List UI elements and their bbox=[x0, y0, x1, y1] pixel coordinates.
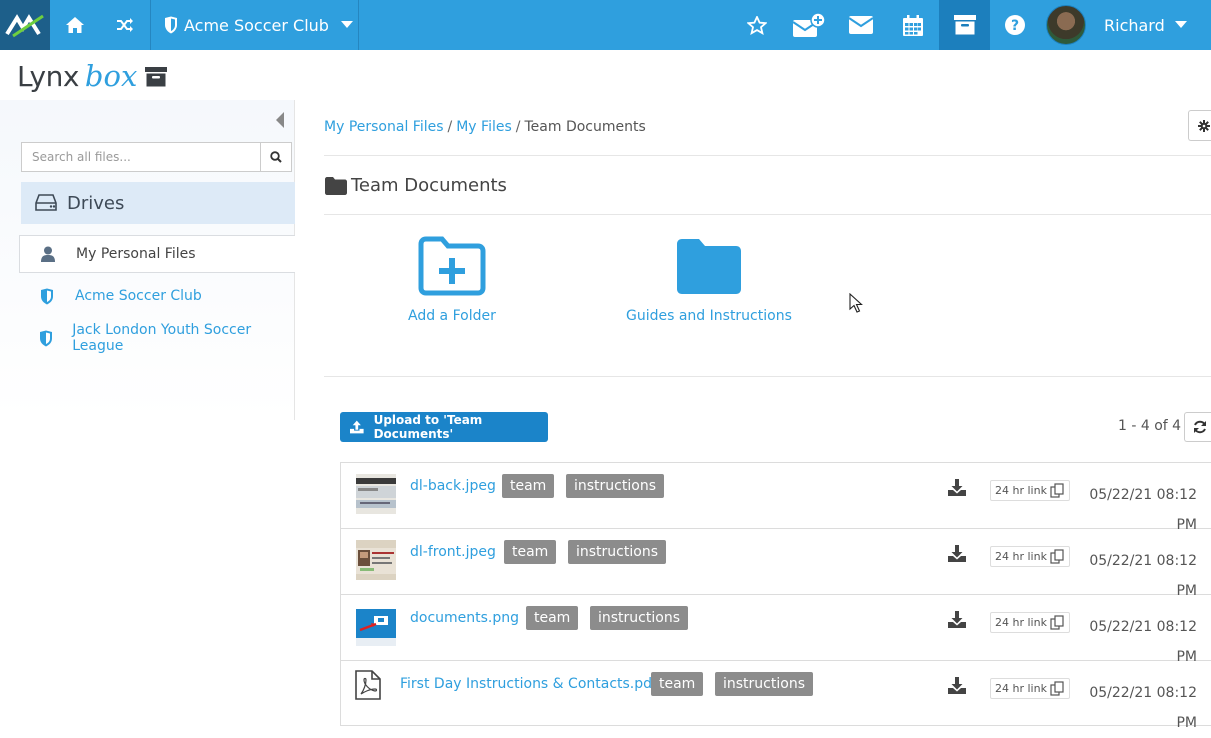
file-list: dl-back.jpeg team instructions 24 hr lin… bbox=[340, 462, 1211, 731]
breadcrumb-current: Team Documents bbox=[524, 119, 646, 135]
star-icon[interactable] bbox=[732, 0, 782, 50]
sidebar-item-label: Jack London Youth Soccer League bbox=[72, 322, 252, 354]
folder-title: Team Documents bbox=[325, 175, 507, 196]
download-icon[interactable] bbox=[948, 479, 966, 496]
tag-badge[interactable]: instructions bbox=[568, 540, 666, 564]
tile-label: Guides and Instructions bbox=[626, 308, 792, 324]
archive-icon[interactable] bbox=[939, 0, 990, 50]
breadcrumb-link[interactable]: My Personal Files bbox=[324, 119, 444, 135]
search-button[interactable] bbox=[260, 142, 292, 172]
file-name-link[interactable]: dl-back.jpeg bbox=[410, 478, 496, 494]
mouse-cursor-icon bbox=[849, 293, 863, 313]
shield-icon bbox=[39, 330, 52, 346]
folder-icon bbox=[676, 239, 741, 294]
copy-icon bbox=[1050, 483, 1064, 498]
club-name: Acme Soccer Club bbox=[184, 15, 329, 35]
archive-icon bbox=[145, 67, 168, 87]
calendar-icon[interactable] bbox=[888, 0, 938, 50]
tag-badge[interactable]: team bbox=[502, 474, 555, 498]
tag-badge[interactable]: instructions bbox=[566, 474, 664, 498]
shield-icon bbox=[41, 288, 53, 304]
image-thumbnail bbox=[356, 540, 396, 580]
copy-icon bbox=[1050, 549, 1064, 564]
refresh-icon bbox=[1193, 420, 1206, 434]
collapse-sidebar-icon[interactable] bbox=[275, 112, 285, 132]
breadcrumb: My Personal Files / My Files / Team Document… bbox=[324, 119, 646, 135]
search-icon bbox=[270, 151, 282, 163]
compose-mail-icon[interactable] bbox=[784, 0, 834, 50]
user-name: Richard bbox=[1104, 15, 1165, 35]
tag-badge[interactable]: instructions bbox=[715, 672, 813, 696]
tag-badge[interactable]: team bbox=[504, 540, 557, 564]
folder-plus-icon bbox=[418, 236, 486, 296]
pdf-icon bbox=[355, 670, 381, 700]
24hr-link-button[interactable]: 24 hr link bbox=[990, 480, 1070, 501]
upload-icon bbox=[350, 420, 364, 434]
image-thumbnail bbox=[356, 474, 396, 514]
image-thumbnail bbox=[356, 606, 396, 646]
file-row[interactable]: dl-front.jpeg team instructions 24 hr li… bbox=[341, 529, 1211, 599]
pagination-count: 1 - 4 of 4 bbox=[1118, 418, 1182, 434]
lynxbox-logo: Lynx box bbox=[17, 56, 168, 96]
settings-button[interactable] bbox=[1188, 110, 1211, 141]
upload-button[interactable]: Upload to 'Team Documents' bbox=[340, 412, 548, 442]
search-box bbox=[21, 142, 292, 172]
mail-icon[interactable] bbox=[836, 0, 886, 50]
user-icon bbox=[41, 246, 55, 262]
folder-icon bbox=[325, 176, 347, 195]
caret-down-icon bbox=[340, 21, 353, 28]
sidebar-item-label: My Personal Files bbox=[76, 246, 196, 262]
top-navbar: Acme Soccer Club ? Richard bbox=[0, 0, 1211, 50]
file-name-link[interactable]: documents.png bbox=[410, 610, 519, 626]
brand-text-box: box bbox=[84, 59, 138, 93]
home-icon[interactable] bbox=[50, 0, 100, 50]
file-row[interactable]: dl-back.jpeg team instructions 24 hr lin… bbox=[341, 463, 1211, 533]
24hr-link-button[interactable]: 24 hr link bbox=[990, 678, 1070, 699]
sidebar-item-label: Acme Soccer Club bbox=[75, 288, 202, 304]
24hr-link-button[interactable]: 24 hr link bbox=[990, 546, 1070, 567]
user-menu[interactable]: Richard bbox=[1042, 0, 1211, 50]
folder-tile-guides[interactable]: Guides and Instructions bbox=[626, 236, 792, 324]
avatar bbox=[1046, 5, 1086, 45]
gear-icon bbox=[1197, 119, 1210, 132]
tile-label: Add a Folder bbox=[408, 308, 496, 324]
sidebar-item-acme-soccer-club[interactable]: Acme Soccer Club bbox=[19, 277, 295, 315]
drives-header: Drives bbox=[21, 182, 295, 224]
upload-label: Upload to 'Team Documents' bbox=[373, 413, 483, 441]
add-folder-tile[interactable]: Add a Folder bbox=[408, 236, 496, 324]
sidebar-item-jack-london-youth-soccer-league[interactable]: Jack London Youth Soccer League bbox=[19, 319, 295, 357]
file-date: 05/22/21 08:12 PM bbox=[1089, 685, 1197, 731]
drives-label: Drives bbox=[67, 192, 125, 214]
file-name-link[interactable]: First Day Instructions & Contacts.pdf bbox=[400, 676, 657, 692]
app-logo-icon[interactable] bbox=[0, 0, 50, 50]
shuffle-icon[interactable] bbox=[100, 0, 150, 50]
hard-drive-icon bbox=[35, 194, 57, 211]
copy-icon bbox=[1050, 681, 1064, 696]
copy-icon bbox=[1050, 615, 1064, 630]
svg-text:?: ? bbox=[1011, 18, 1019, 34]
file-name-link[interactable]: dl-front.jpeg bbox=[410, 544, 496, 560]
24hr-link-button[interactable]: 24 hr link bbox=[990, 612, 1070, 633]
download-icon[interactable] bbox=[948, 611, 966, 628]
folder-title-text: Team Documents bbox=[351, 175, 507, 196]
tag-badge[interactable]: team bbox=[651, 672, 704, 696]
tag-badge[interactable]: instructions bbox=[590, 606, 688, 630]
brand-text-lynx: Lynx bbox=[17, 59, 79, 93]
download-icon[interactable] bbox=[948, 677, 966, 694]
breadcrumb-link[interactable]: My Files bbox=[456, 119, 512, 135]
sidebar-item-my-personal-files[interactable]: My Personal Files bbox=[19, 235, 295, 273]
file-row[interactable]: First Day Instructions & Contacts.pdf te… bbox=[341, 661, 1211, 731]
caret-down-icon bbox=[1174, 21, 1187, 28]
search-input[interactable] bbox=[21, 142, 260, 172]
refresh-button[interactable] bbox=[1184, 412, 1211, 442]
file-row[interactable]: documents.png team instructions 24 hr li… bbox=[341, 595, 1211, 665]
help-icon[interactable]: ? bbox=[990, 0, 1040, 50]
download-icon[interactable] bbox=[948, 545, 966, 562]
shield-icon bbox=[165, 16, 177, 34]
tag-badge[interactable]: team bbox=[526, 606, 579, 630]
club-switcher[interactable]: Acme Soccer Club bbox=[152, 0, 358, 50]
